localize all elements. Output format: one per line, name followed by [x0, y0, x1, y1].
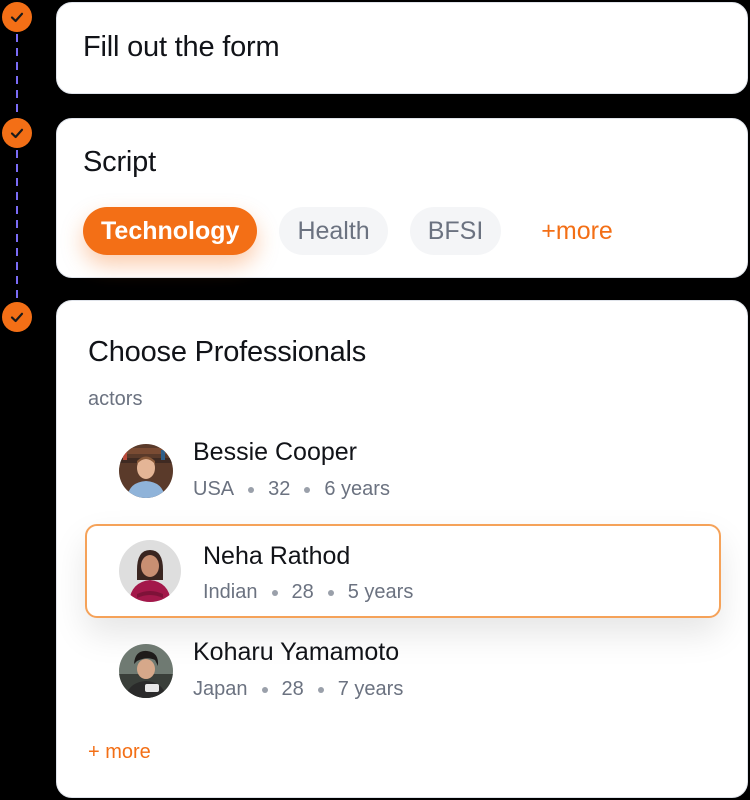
- professional-name: Koharu Yamamoto: [193, 638, 400, 666]
- professionals-step-title: Choose Professionals: [88, 336, 367, 368]
- professional-details: Japan 28 7 years: [193, 678, 403, 701]
- professional-name: Neha Rathod: [203, 542, 351, 570]
- professional-age: 32: [268, 478, 291, 500]
- form-step-card[interactable]: Fill out the form: [56, 2, 748, 94]
- professional-country: Indian: [203, 581, 258, 603]
- avatar: [119, 644, 173, 698]
- separator-dot: [248, 486, 255, 493]
- professional-age: 28: [281, 678, 304, 700]
- step-complete-check-icon: [2, 118, 32, 148]
- timeline-connector: [16, 34, 18, 122]
- professional-experience: 5 years: [347, 581, 414, 603]
- professionals-step-card: Choose Professionals actors Bessie Coope…: [56, 300, 748, 798]
- chip-bfsi[interactable]: BFSI: [409, 207, 502, 255]
- professional-details: Indian 28 5 years: [203, 581, 413, 604]
- timeline-connector: [16, 150, 18, 302]
- script-step-card: Script Technology Health BFSI +more: [56, 118, 748, 278]
- more-professionals-link[interactable]: + more: [88, 741, 151, 764]
- separator-dot: [317, 686, 324, 693]
- professional-experience: 7 years: [337, 678, 404, 700]
- check-icon: [10, 12, 24, 23]
- form-step-title: Fill out the form: [83, 31, 280, 63]
- more-categories-link[interactable]: +more: [541, 217, 613, 246]
- professional-details: USA 32 6 years: [193, 478, 390, 501]
- professional-row[interactable]: Koharu Yamamoto Japan 28 7 years: [85, 618, 721, 712]
- avatar: [119, 540, 181, 602]
- check-icon: [10, 128, 24, 139]
- chip-health[interactable]: Health: [279, 207, 388, 255]
- separator-dot: [304, 486, 311, 493]
- workflow-page: Fill out the form Script Technology Heal…: [0, 0, 750, 800]
- check-icon: [10, 312, 24, 323]
- step-complete-check-icon: [2, 302, 32, 332]
- avatar: [119, 444, 173, 498]
- script-step-title: Script: [83, 146, 156, 178]
- professional-age: 28: [291, 581, 314, 603]
- separator-dot: [271, 589, 278, 596]
- professional-row[interactable]: Bessie Cooper USA 32 6 years: [85, 418, 721, 512]
- separator-dot: [261, 686, 268, 693]
- script-category-chips: Technology Health BFSI +more: [83, 207, 613, 255]
- professional-experience: 6 years: [324, 478, 390, 500]
- professionals-category-label: actors: [88, 388, 143, 410]
- professional-name: Bessie Cooper: [193, 438, 357, 466]
- professional-country: USA: [193, 478, 235, 500]
- professional-country: Japan: [193, 678, 248, 700]
- separator-dot: [327, 589, 334, 596]
- step-complete-check-icon: [2, 2, 32, 32]
- chip-technology[interactable]: Technology: [83, 207, 258, 255]
- professional-row-selected[interactable]: Neha Rathod Indian 28 5 years: [85, 524, 721, 618]
